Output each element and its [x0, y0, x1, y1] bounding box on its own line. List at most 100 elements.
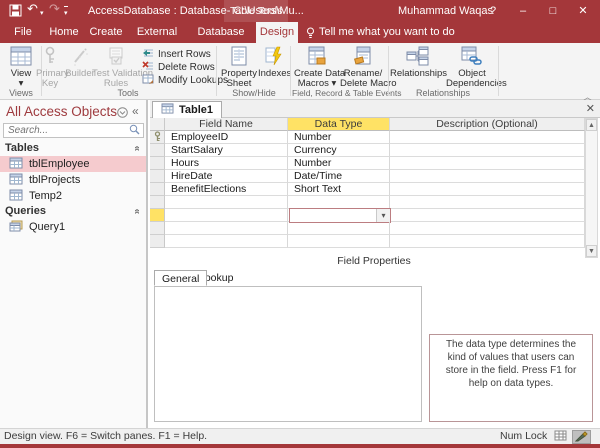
nav-menu-icon[interactable] [117, 107, 128, 121]
nav-search-box[interactable] [3, 123, 144, 138]
close-button[interactable]: ✕ [572, 0, 594, 22]
search-input[interactable] [4, 125, 129, 136]
column-header-field-name[interactable]: Field Name [165, 118, 288, 131]
data-type-combo-box[interactable]: ▾ [289, 208, 391, 223]
data-type-cell[interactable]: Currency [288, 144, 390, 157]
group-separator [290, 46, 291, 96]
column-header-data-type[interactable]: Data Type [288, 118, 390, 131]
tab-database-tools[interactable]: Database Tools [188, 22, 254, 43]
validation-sheet-icon [92, 46, 140, 69]
group-label-show-hide: Show/Hide [218, 88, 290, 98]
row-selector-header[interactable] [150, 118, 165, 131]
field-name-cell[interactable]: EmployeeID [165, 131, 288, 144]
row-selector[interactable] [150, 131, 165, 144]
row-selector[interactable] [150, 183, 165, 196]
create-data-macros-button[interactable]: Create Data Macros ▾ [294, 46, 340, 89]
modify-lookups-icon [142, 73, 154, 88]
collapse-group-icon[interactable]: » [129, 146, 144, 152]
minimize-button[interactable]: – [512, 0, 534, 22]
primary-key-button[interactable]: Primary Key [36, 46, 64, 89]
tab-external-data[interactable]: External Data [128, 22, 186, 43]
indexes-button[interactable]: Indexes [258, 46, 290, 79]
redo-button[interactable]: ↷ [49, 3, 60, 15]
description-cell[interactable] [390, 222, 585, 235]
sidebar-item-Temp2[interactable]: Temp2 [0, 188, 146, 204]
data-type-cell[interactable]: Number [288, 131, 390, 144]
tab-design[interactable]: Design [256, 22, 298, 43]
close-document-icon[interactable]: ✕ [586, 102, 595, 116]
datasheet-view-button[interactable] [551, 430, 570, 444]
tell-me-box[interactable]: Tell me what you want to do [319, 22, 455, 43]
group-label-relationships: Relationships [390, 88, 496, 98]
document-tab-table1[interactable]: Table1 [152, 101, 222, 118]
field-name-cell[interactable] [165, 209, 288, 222]
field-name-cell[interactable] [165, 222, 288, 235]
data-type-cell[interactable]: Number [288, 157, 390, 170]
row-selector[interactable] [150, 144, 165, 157]
maximize-button[interactable]: □ [542, 0, 564, 22]
tab-file[interactable]: File [6, 22, 40, 43]
object-dependencies-button[interactable]: Object Dependencies [446, 46, 498, 89]
shutter-bar-close-icon[interactable]: « [132, 104, 139, 118]
property-sheet-button[interactable]: Property Sheet [220, 46, 258, 89]
field-name-cell[interactable]: HireDate [165, 170, 288, 183]
help-button[interactable]: ? [482, 0, 504, 22]
property-sheet-panel[interactable] [154, 286, 422, 422]
design-view-button[interactable] [572, 430, 591, 444]
sidebar-item-Query1[interactable]: Query1 [0, 219, 146, 235]
relationships-button[interactable]: Relationships [390, 46, 446, 79]
data-type-cell[interactable]: Date/Time [288, 170, 390, 183]
row-selector[interactable] [150, 157, 165, 170]
description-cell[interactable] [390, 170, 585, 183]
row-selector[interactable] [150, 170, 165, 183]
undo-dropdown-icon[interactable]: ▾ [40, 8, 44, 20]
current-row-selector[interactable] [150, 209, 165, 222]
description-cell[interactable] [390, 131, 585, 144]
collapse-group-icon[interactable]: » [129, 209, 144, 215]
description-cell[interactable] [390, 196, 585, 209]
field-name-cell[interactable] [165, 235, 288, 248]
account-user-name[interactable]: Muhammad Waqas [398, 0, 493, 22]
description-cell[interactable] [390, 144, 585, 157]
description-cell[interactable] [390, 209, 585, 222]
row-selector[interactable] [150, 222, 165, 235]
rename-delete-macro-button[interactable]: Rename/ Delete Macro [340, 46, 386, 89]
grid-vertical-scrollbar[interactable]: ▲ ▼ [585, 118, 598, 258]
field-name-cell[interactable]: BenefitElections [165, 183, 288, 196]
object-dependencies-icon [446, 46, 498, 69]
data-type-cell[interactable]: Short Text [288, 183, 390, 196]
tab-home[interactable]: Home [44, 22, 84, 43]
description-cell[interactable] [390, 235, 585, 248]
field-name-cell[interactable]: StartSalary [165, 144, 288, 157]
column-header-description[interactable]: Description (Optional) [390, 118, 585, 131]
nav-group-queries[interactable]: Queries » [0, 204, 146, 219]
create-data-macros-icon [294, 46, 340, 69]
row-selector[interactable] [150, 235, 165, 248]
sidebar-item-tblEmployee[interactable]: tblEmployee [0, 156, 146, 172]
group-label-tools: Tools [42, 88, 214, 98]
description-cell[interactable] [390, 157, 585, 170]
tab-general[interactable]: General [154, 270, 207, 286]
data-type-cell[interactable] [288, 235, 390, 248]
field-name-cell[interactable] [165, 196, 288, 209]
field-row-benefitelections: BenefitElections Short Text [150, 183, 585, 196]
datasheet-view-icon [554, 430, 567, 441]
tab-create[interactable]: Create [86, 22, 126, 43]
document-area: Table1 ✕ Field Name Data Type Descriptio… [150, 100, 600, 428]
group-label-events: Field, Record & Table Events [292, 88, 386, 98]
combo-dropdown-icon[interactable]: ▾ [376, 209, 390, 222]
description-cell[interactable] [390, 183, 585, 196]
undo-button[interactable]: ↶ [27, 3, 38, 15]
search-icon[interactable] [129, 124, 140, 138]
test-validation-rules-button[interactable]: Test Validation Rules [92, 46, 140, 89]
row-selector[interactable] [150, 196, 165, 209]
data-type-cell[interactable] [288, 222, 390, 235]
context-tab-group[interactable]: Table Tools [224, 0, 288, 22]
field-name-cell[interactable]: Hours [165, 157, 288, 170]
sidebar-item-tblProjects[interactable]: tblProjects [0, 172, 146, 188]
scroll-up-icon[interactable]: ▲ [586, 119, 597, 131]
view-button[interactable]: View ▾ [6, 46, 36, 89]
save-icon[interactable] [9, 4, 22, 20]
nav-group-tables[interactable]: Tables » [0, 141, 146, 156]
customize-quick-access-icon[interactable]: ▾ [64, 6, 68, 20]
